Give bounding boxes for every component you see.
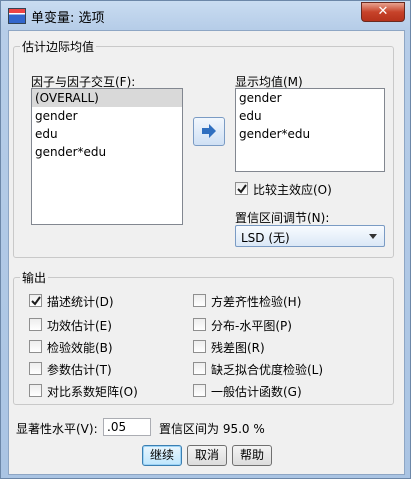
display-item-gender[interactable]: gender: [236, 89, 384, 107]
ci-adjust-value: LSD (无): [241, 231, 290, 245]
checkmark-icon: [237, 184, 247, 194]
emm-group: 估计边际均值 因子与因子交互(F): (OVERALL) gender edu …: [13, 38, 394, 258]
compare-main-label: 比较主效应(O): [253, 183, 332, 197]
descriptive-stats-label: 描述统计(D): [47, 295, 114, 309]
general-estimable-function-label: 一般估计函数(G): [211, 385, 302, 399]
chevron-down-icon: [369, 234, 377, 239]
spread-level-plot-label: 分布-水平图(P): [211, 319, 292, 333]
descriptive-stats-checkbox[interactable]: [29, 294, 42, 307]
effect-size-label: 功效估计(E): [47, 319, 112, 333]
observed-power-checkbox[interactable]: [29, 340, 42, 353]
title-bar[interactable]: 单变量: 选项 ✕: [1, 1, 410, 29]
effect-size-checkbox[interactable]: [29, 318, 42, 331]
confidence-interval-text: 置信区间为 95.0 %: [159, 422, 265, 436]
close-button[interactable]: ✕: [361, 2, 405, 22]
spread-level-plot-checkbox[interactable]: [193, 318, 206, 331]
homogeneity-test-label: 方差齐性检验(H): [211, 295, 302, 309]
factors-list[interactable]: (OVERALL) gender edu gender*edu: [31, 88, 183, 225]
display-item-gender-edu[interactable]: gender*edu: [236, 125, 384, 143]
output-group: 输出 描述统计(D) 功效估计(E) 检验效能(B) 参数估计(T) 对比系数矩…: [13, 269, 394, 405]
arrow-right-icon: [202, 124, 216, 138]
significance-label: 显著性水平(V):: [16, 422, 98, 436]
parameter-estimates-label: 参数估计(T): [47, 363, 112, 377]
parameter-estimates-checkbox[interactable]: [29, 362, 42, 375]
factor-item-edu[interactable]: edu: [32, 125, 182, 143]
window-title: 单变量: 选项: [31, 11, 105, 26]
continue-button[interactable]: 继续: [142, 445, 182, 466]
move-right-button[interactable]: [193, 117, 225, 146]
ci-adjust-dropdown[interactable]: LSD (无): [235, 225, 385, 247]
observed-power-label: 检验效能(B): [47, 341, 113, 355]
dialog-window: 单变量: 选项 ✕ 估计边际均值 因子与因子交互(F): (OVERALL) g…: [0, 0, 411, 479]
lack-of-fit-checkbox[interactable]: [193, 362, 206, 375]
residual-plot-checkbox[interactable]: [193, 340, 206, 353]
help-button[interactable]: 帮助: [232, 445, 272, 466]
output-group-title: 输出: [20, 269, 49, 286]
app-icon: [8, 8, 26, 24]
homogeneity-test-checkbox[interactable]: [193, 294, 206, 307]
ci-adjust-label: 置信区间调节(N):: [235, 211, 330, 225]
contrast-matrix-checkbox[interactable]: [29, 384, 42, 397]
general-estimable-function-checkbox[interactable]: [193, 384, 206, 397]
display-means-list[interactable]: gender edu gender*edu: [235, 88, 385, 172]
display-item-edu[interactable]: edu: [236, 107, 384, 125]
cancel-button[interactable]: 取消: [187, 445, 227, 466]
lack-of-fit-label: 缺乏拟合优度检验(L): [211, 363, 324, 377]
compare-main-checkbox[interactable]: [235, 182, 248, 195]
dialog-body: 估计边际均值 因子与因子交互(F): (OVERALL) gender edu …: [8, 30, 405, 475]
checkmark-icon: [31, 296, 41, 306]
significance-input[interactable]: [103, 418, 151, 436]
factor-item-gender[interactable]: gender: [32, 107, 182, 125]
emm-group-title: 估计边际均值: [20, 38, 97, 55]
factor-item-overall[interactable]: (OVERALL): [32, 89, 182, 107]
factor-item-gender-edu[interactable]: gender*edu: [32, 143, 182, 161]
residual-plot-label: 残差图(R): [211, 341, 265, 355]
contrast-matrix-label: 对比系数矩阵(O): [47, 385, 138, 399]
